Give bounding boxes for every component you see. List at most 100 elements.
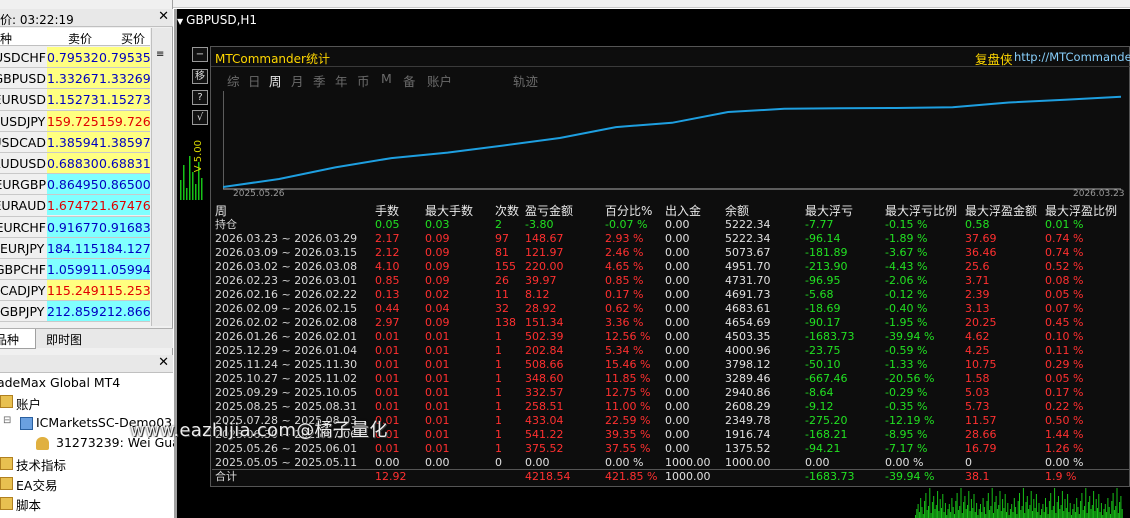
close-icon[interactable]: ✕ — [158, 355, 169, 370]
stat-cell: 0.04 — [425, 302, 450, 315]
market-watch-row[interactable]: EURUSD1.152731.15273 — [0, 89, 151, 111]
histogram-bar — [1047, 514, 1049, 518]
table-row: 2026.02.02 ~ 2026.02.08 2.97 0.09 138 151.34… — [212, 316, 1130, 330]
total-row: 合计 12.92 4218.54 421.85 % 1000.00 -1683.73 -39… — [212, 470, 1130, 484]
stat-cell: 0.11 % — [1045, 344, 1084, 357]
move-button[interactable]: 移 — [192, 69, 208, 84]
nav-ea[interactable]: EA交易 — [16, 475, 57, 494]
nav-accounts[interactable]: 账户 — [16, 394, 41, 413]
market-watch-row[interactable]: USDJPY 159.725 159.726 — [0, 110, 151, 132]
stats-tab[interactable]: 综 — [227, 71, 240, 90]
close-icon[interactable]: ✕ — [158, 9, 169, 24]
stats-tab[interactable]: 日 — [248, 71, 261, 90]
stat-cell: 0.00 — [665, 302, 690, 315]
stat-cell: 1000.00 — [665, 456, 711, 469]
stats-tab[interactable]: 周 — [269, 71, 282, 90]
market-watch-row[interactable]: CADJPY 115.249 115.253 — [0, 280, 151, 302]
period-cell: 2026.03.09 ~ 2026.03.15 — [215, 246, 358, 259]
nav-indicators[interactable]: 技术指标 — [16, 455, 66, 474]
ask-price: 1.67476 — [99, 198, 151, 214]
stat-cell: 0.01 — [375, 386, 400, 399]
stats-tab[interactable]: 月 — [291, 71, 304, 90]
panel-header: MTCommander统计 复盘侠 http://MTCommander.com — [211, 47, 1130, 67]
histogram-bar — [1043, 512, 1045, 518]
col-bid-header[interactable]: 卖价 — [68, 30, 92, 47]
tab-symbols[interactable]: 品种 — [0, 329, 36, 349]
histogram-bar — [1084, 506, 1085, 518]
stat-cell: 258.51 — [525, 400, 564, 413]
market-watch-row[interactable]: GBPJPY 212.859 212.866 — [0, 301, 151, 323]
histogram-bar — [1037, 512, 1039, 518]
market-watch-row[interactable]: EURCHF 0.91677 0.91683 — [0, 216, 151, 238]
table-row: 2025.11.24 ~ 2025.11.30 0.01 0.01 1 508.66 15… — [212, 358, 1130, 372]
market-watch-row[interactable]: GBPUSD1.332671.33269 — [0, 68, 151, 90]
col-ask-header[interactable]: 买价 — [121, 30, 145, 47]
stats-tab[interactable]: 备 — [403, 71, 416, 90]
histogram-bar — [1000, 511, 1002, 518]
stats-tab[interactable]: 轨迹 — [513, 71, 538, 90]
chart-title: ▼ GBPUSD,H1 — [177, 13, 257, 27]
market-watch-row[interactable]: USDCHF0.795320.79535 — [0, 47, 151, 69]
holding-cell: 0.05 — [375, 218, 400, 231]
stat-cell: 0.44 — [375, 302, 400, 315]
histogram-bar — [1113, 510, 1115, 518]
histogram-bar — [1119, 502, 1121, 518]
stat-cell: 4.65 % — [605, 260, 644, 273]
nav-scripts[interactable]: 脚本 — [16, 495, 41, 514]
collapse-button[interactable]: − — [192, 47, 208, 62]
market-watch-row[interactable]: EURAUD1.674721.67476 — [0, 195, 151, 217]
histogram-bar — [917, 504, 919, 518]
stat-cell: -1683.73 — [805, 330, 855, 343]
period-cell: 2026.01.26 ~ 2026.02.01 — [215, 330, 358, 343]
histogram-bar — [1009, 509, 1011, 518]
stat-cell: -1.95 % — [885, 316, 928, 329]
stats-tab[interactable]: 币 — [357, 71, 370, 90]
stats-tab[interactable]: M — [381, 71, 392, 86]
confirm-button[interactable]: √ — [192, 110, 208, 125]
stat-cell: 0.00 — [525, 456, 550, 469]
stat-cell: -275.20 — [805, 414, 848, 427]
scroll-grip-icon[interactable]: ≡ — [156, 50, 166, 60]
stat-cell: 32 — [495, 302, 509, 315]
histogram-bar — [1086, 513, 1088, 518]
stats-tab[interactable]: 年 — [335, 71, 348, 90]
histogram-bar — [987, 493, 989, 518]
market-watch-row[interactable]: AUDUSD0.688300.68831 — [0, 152, 151, 175]
period-cell: 2026.03.02 ~ 2026.03.08 — [215, 260, 358, 273]
market-watch-row[interactable]: EURJPY 184.115 184.127 — [0, 237, 151, 259]
ask-price: 0.86500 — [99, 177, 151, 193]
table-header-cell: 最大浮亏 — [805, 204, 854, 218]
stat-cell: 16.79 — [965, 442, 997, 455]
histogram-bar — [180, 180, 182, 200]
market-watch-row[interactable]: EURGBP0.864950.86500 — [0, 174, 151, 196]
histogram-bar — [931, 502, 933, 518]
market-watch-scrollbar[interactable]: ≡ — [151, 28, 171, 326]
table-header-cell: 周 — [215, 204, 228, 218]
table-row: 2026.03.23 ~ 2026.03.29 2.17 0.09 97 148.67 2… — [212, 232, 1130, 246]
stats-tab[interactable]: 季 — [313, 71, 326, 90]
table-row: 2025.08.25 ~ 2025.08.31 0.01 0.01 1 258.51 11… — [212, 400, 1130, 414]
total-cell: 421.85 % — [605, 470, 658, 483]
stat-cell: 332.57 — [525, 386, 564, 399]
histogram-bar — [1112, 493, 1114, 518]
histogram-bar — [1002, 499, 1004, 518]
tree-expand-icon[interactable]: ⊟ — [3, 415, 11, 426]
histogram-bar — [969, 511, 971, 518]
brand-url[interactable]: http://MTCommander.com — [1014, 50, 1130, 64]
brand-label[interactable]: 复盘侠 — [975, 49, 1013, 68]
market-watch-row[interactable]: USDCAD1.385941.38597 — [0, 131, 151, 153]
window-menu-icon[interactable]: ▼ — [177, 17, 183, 26]
stat-cell: -168.21 — [805, 428, 848, 441]
stat-cell: 0.00 — [665, 400, 690, 413]
stat-cell: 1 — [495, 344, 502, 357]
help-button[interactable]: ? — [192, 90, 208, 105]
histogram-bar — [948, 504, 950, 518]
col-symbol-header[interactable]: 品种 — [0, 30, 12, 47]
stat-cell: 1.44 % — [1045, 428, 1084, 441]
nav-broker[interactable]: TradeMax Global MT4 — [0, 375, 120, 390]
stats-tab[interactable]: 账户 — [427, 71, 452, 90]
market-watch-row[interactable]: GBPCHF1.059911.05994 — [0, 258, 151, 281]
histogram-bar — [930, 513, 932, 518]
tab-tick-chart[interactable]: 即时图 — [40, 329, 88, 349]
histogram-bar — [195, 184, 197, 200]
